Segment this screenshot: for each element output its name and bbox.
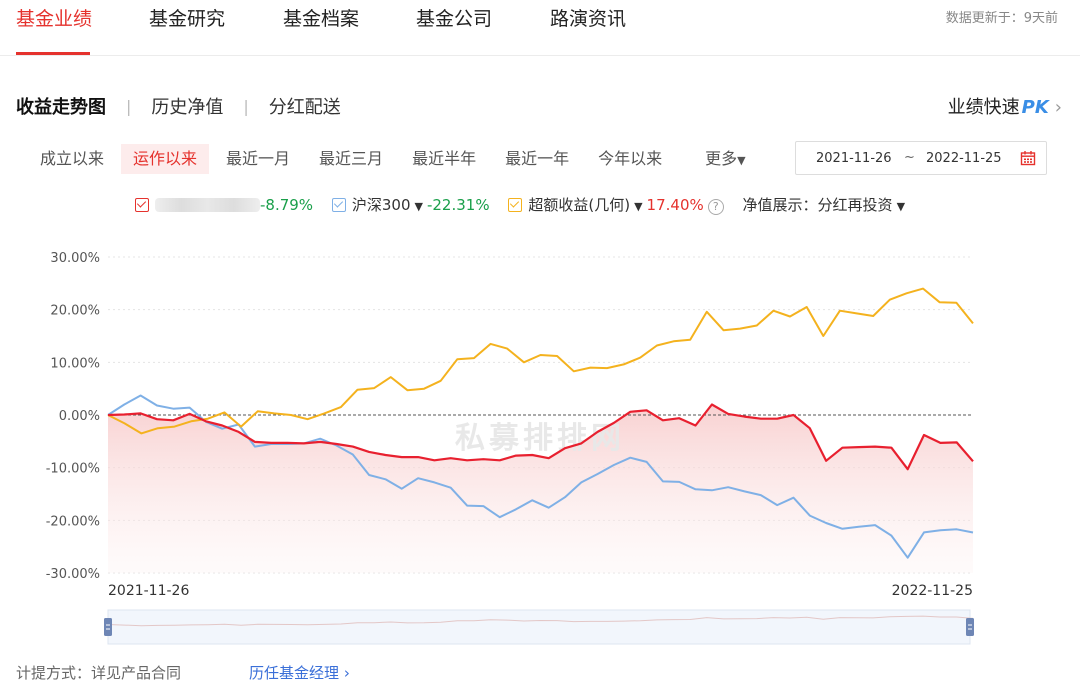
x-axis-start-label: 2021-11-26 [108, 583, 189, 599]
range-since-operation[interactable]: 运作以来 [121, 144, 210, 174]
subtab-dividends[interactable]: 分红配送 [269, 93, 341, 119]
caret-down-icon: ▼ [737, 154, 746, 167]
x-axis-end-label: 2022-11-25 [892, 583, 973, 599]
end-date: 2022-11-25 [926, 151, 1002, 166]
y-tick-label: 30.00% [50, 251, 100, 266]
caret-down-icon[interactable]: ▼ [415, 200, 423, 213]
hs300-return-value: -22.31% [426, 196, 490, 214]
y-tick-label: -10.00% [46, 462, 100, 477]
tab-fund-profile[interactable]: 基金档案 [283, 4, 359, 31]
quick-pk-label: 业绩快速 [947, 97, 1020, 118]
range-last-3-months[interactable]: 最近三月 [307, 144, 395, 174]
y-tick-label: 0.00% [59, 409, 100, 424]
y-tick-label: -30.00% [46, 567, 100, 582]
caret-down-icon[interactable]: ▼ [634, 200, 642, 213]
legend-item-excess[interactable]: 超额收益(几何) ▼ 17.40%? [508, 194, 724, 215]
navigator-left-handle[interactable] [104, 618, 112, 636]
watermark-text: 私募排排网 [455, 421, 625, 456]
calendar-icon[interactable] [1020, 150, 1036, 166]
y-tick-label: 10.00% [50, 356, 100, 371]
excess-series-line [107, 287, 974, 435]
caret-down-icon: ▼ [896, 200, 906, 213]
checkbox-icon[interactable] [135, 197, 149, 212]
tab-fund-performance[interactable]: 基金业绩 [16, 4, 92, 31]
range-more-dropdown[interactable]: 更多▼ [693, 144, 757, 174]
range-filter: 成立以来 运作以来 最近一月 最近三月 最近半年 最近一年 今年以来 更多▼ [28, 144, 763, 174]
subnav-divider: | [243, 96, 249, 116]
pk-logo-text: PK [1021, 97, 1049, 118]
fund-return-value: -8.79% [260, 195, 314, 214]
fund-managers-label: 历任基金经理 [249, 664, 340, 682]
excess-return-value: 17.40% [646, 196, 704, 214]
date-separator: ~ [904, 150, 915, 165]
nav-display-label: 净值展示： [742, 196, 818, 214]
subtab-history-nav[interactable]: 历史净值 [151, 93, 223, 119]
chart-legend: -8.79% 沪深300 ▼ -22.31% 超额收益(几何) ▼ 17.40%? 净值… [135, 194, 923, 216]
excess-label: 超额收益(几何) [528, 196, 631, 214]
nav-display-mode: 分红再投资 [817, 196, 893, 214]
range-year-to-date[interactable]: 今年以来 [586, 144, 674, 174]
quick-pk-link[interactable]: 业绩快速 PK › [948, 93, 1062, 119]
legend-item-hs300[interactable]: 沪深300 ▼ -22.31% [331, 194, 490, 215]
navigator-track[interactable] [107, 609, 971, 645]
help-icon[interactable]: ? [707, 199, 724, 215]
y-tick-label: -20.00% [46, 514, 100, 529]
top-nav: 基金业绩 基金研究 基金档案 基金公司 路演资讯 数据更新于：9天前 [0, 0, 1080, 56]
range-more-label: 更多 [705, 149, 738, 168]
checkbox-icon[interactable] [508, 198, 523, 212]
range-navigator[interactable] [104, 609, 974, 645]
date-range-picker[interactable]: 2021-11-26 ~ 2022-11-25 [795, 141, 1047, 175]
fund-managers-link[interactable]: 历任基金经理 › [249, 664, 350, 682]
tab-roadshow-news[interactable]: 路演资讯 [550, 4, 626, 31]
tab-fund-research[interactable]: 基金研究 [149, 4, 225, 31]
subnav-divider: | [126, 96, 132, 116]
range-since-inception[interactable]: 成立以来 [28, 144, 116, 174]
chevron-right-icon: › [1054, 97, 1062, 118]
nav-display-selector[interactable]: 净值展示：分红再投资 ▼ [743, 194, 910, 215]
navigator-right-handle[interactable] [966, 618, 974, 636]
footer: 计提方式：详见产品合同 历任基金经理 › [16, 662, 350, 683]
sub-nav: 收益走势图 | 历史净值 | 分红配送 [16, 93, 341, 119]
active-tab-underline [16, 52, 90, 55]
legend-item-fund[interactable]: -8.79% [135, 196, 313, 214]
tab-fund-company[interactable]: 基金公司 [416, 4, 492, 31]
range-last-half-year[interactable]: 最近半年 [400, 144, 488, 174]
y-tick-label: 20.00% [50, 304, 100, 319]
fee-method-text: 计提方式：详见产品合同 [16, 664, 182, 682]
hs300-label: 沪深300 [351, 196, 411, 214]
return-trend-chart: 30.00% 20.00% 10.00% 0.00% -10.00% -20.00% -30… [46, 251, 974, 645]
data-updated-text: 数据更新于：9天前 [945, 11, 1058, 26]
range-last-month[interactable]: 最近一月 [214, 144, 302, 174]
range-last-year[interactable]: 最近一年 [493, 144, 581, 174]
subtab-return-trend[interactable]: 收益走势图 [16, 93, 106, 119]
start-date: 2021-11-26 [816, 151, 892, 166]
chevron-right-icon: › [343, 664, 350, 682]
checkbox-icon[interactable] [331, 198, 346, 212]
y-axis-labels: 30.00% 20.00% 10.00% 0.00% -10.00% -20.00% -30… [46, 251, 100, 582]
blurred-fund-name [155, 197, 260, 212]
